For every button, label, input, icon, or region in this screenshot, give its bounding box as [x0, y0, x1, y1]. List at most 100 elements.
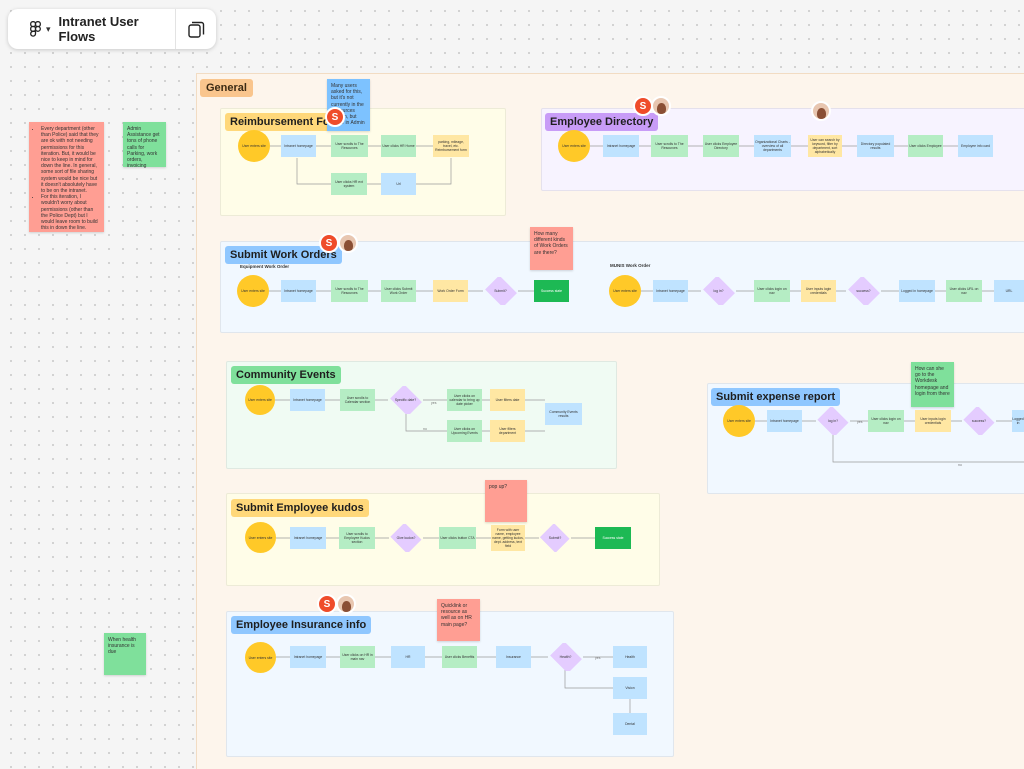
- title-expense-report[interactable]: Submit expense report: [711, 388, 841, 406]
- flow-node[interactable]: User scrolls to The Resources: [331, 135, 368, 157]
- flow-node[interactable]: User scrolls to Employee Kudos section: [339, 527, 375, 549]
- flow-node[interactable]: User scrolls to The Resources: [331, 280, 368, 302]
- flow-node[interactable]: User filters department: [490, 420, 525, 442]
- flow-node[interactable]: User clicks Submit Work Order: [381, 280, 416, 302]
- decision-label: Submit?: [548, 536, 562, 540]
- decision-label: Give kudos?: [396, 536, 416, 540]
- flow-node[interactable]: User clicks HR ext system: [331, 173, 367, 195]
- flow-node[interactable]: User clicks Employee Directory: [703, 135, 739, 157]
- collaborator-avatar[interactable]: S: [633, 96, 653, 116]
- chevron-down-icon[interactable]: ▾: [46, 24, 51, 35]
- decision-node[interactable]: log in?: [701, 277, 736, 305]
- flow-node[interactable]: Intranet homepage: [290, 646, 326, 668]
- pages-icon[interactable]: [176, 9, 216, 49]
- title-community-events[interactable]: Community Events: [231, 366, 341, 384]
- flow-node[interactable]: Logged in homepage: [899, 280, 935, 302]
- sticky-note-health[interactable]: When health insurance is due: [104, 633, 146, 675]
- decision-node[interactable]: Submit?: [539, 524, 571, 552]
- flow-node[interactable]: Vision: [613, 677, 647, 699]
- decision-node[interactable]: success?: [962, 407, 996, 435]
- flow-node[interactable]: User clicks button CTA: [439, 527, 476, 549]
- flow-node[interactable]: User clicks on calendar to bring up date…: [447, 389, 482, 411]
- collaborator-avatar[interactable]: S: [317, 594, 337, 614]
- flow-node-start[interactable]: User enters site: [558, 130, 590, 162]
- decision-label: success?: [971, 419, 987, 423]
- flow-node-end[interactable]: Success state: [595, 527, 631, 549]
- flow-node[interactable]: Intranet homepage: [767, 410, 802, 432]
- collaborator-avatar[interactable]: S: [325, 107, 345, 127]
- flow-node[interactable]: User inputs login credentials: [915, 410, 951, 432]
- flow-node[interactable]: User clicks login on nav: [868, 410, 904, 432]
- sticky-note-quicklink[interactable]: Quicklink or resource as well as on HR m…: [437, 599, 480, 641]
- decision-node[interactable]: log in?: [816, 407, 850, 435]
- flow-node[interactable]: Intranet homepage: [281, 135, 316, 157]
- title-employee-kudos[interactable]: Submit Employee kudos: [231, 499, 369, 517]
- sticky-note-popup[interactable]: pop up?: [485, 480, 527, 522]
- flow-node[interactable]: User clicks Employee: [908, 135, 943, 157]
- flow-node[interactable]: Health: [613, 646, 647, 668]
- file-title[interactable]: Intranet User Flows: [59, 14, 175, 44]
- sticky-bullet: For this iteration, I wouldn't worry abo…: [41, 194, 100, 231]
- file-toolbar: ▾ Intranet User Flows: [8, 9, 216, 49]
- decision-label: log in?: [828, 419, 838, 423]
- decision-node[interactable]: Give kudos?: [389, 524, 423, 552]
- flow-node[interactable]: Intranet homepage: [653, 280, 688, 302]
- flow-node[interactable]: Url: [381, 173, 416, 195]
- flow-node-start[interactable]: User enters site: [245, 642, 276, 673]
- flow-node[interactable]: Logged in: [1012, 410, 1024, 432]
- title-insurance-info[interactable]: Employee Insurance info: [231, 616, 372, 634]
- flow-node-end[interactable]: Success state: [534, 280, 569, 302]
- section-label[interactable]: General: [200, 79, 253, 97]
- flow-node[interactable]: Intranet homepage: [281, 280, 316, 302]
- flow-node[interactable]: Insurance: [496, 646, 531, 668]
- flow-node-start[interactable]: User enters site: [238, 130, 270, 162]
- flow-node[interactable]: User clicks URL on nav: [946, 280, 982, 302]
- flow-node[interactable]: User scrolls to The Resources: [651, 135, 688, 157]
- sticky-bullet: Every department (other than Police) sai…: [41, 126, 100, 194]
- flow-node[interactable]: Community Events results: [545, 403, 582, 425]
- sticky-note-permissions[interactable]: Every department (other than Police) sai…: [29, 122, 104, 232]
- flow-node[interactable]: URL: [994, 280, 1024, 302]
- flow-node[interactable]: Form with user name, employee name, gett…: [491, 525, 525, 551]
- collaborator-avatar[interactable]: [336, 594, 356, 614]
- flow-node[interactable]: Directory populated results: [857, 135, 894, 157]
- flow-node[interactable]: Organizational Charts - overview of all …: [754, 135, 791, 157]
- collaborator-avatar[interactable]: [651, 96, 671, 116]
- decision-label: Health?: [559, 655, 572, 659]
- flow-node[interactable]: parking, mileage, travel, etc. Reimburse…: [433, 135, 469, 157]
- flow-node[interactable]: Dental: [613, 713, 647, 735]
- flow-node[interactable]: User filters date: [490, 389, 525, 411]
- flow-node[interactable]: User clicks on Upcoming Events: [447, 420, 482, 442]
- munis-work-order-label: MUNIS Work Order: [610, 263, 651, 268]
- flow-node[interactable]: User clicks on HR in main nav: [340, 646, 375, 668]
- flow-node[interactable]: User scrolls to Calendar section: [340, 389, 375, 411]
- decision-node[interactable]: Specific date?: [388, 386, 423, 414]
- decision-node[interactable]: success?: [846, 277, 881, 305]
- sticky-note-admin[interactable]: Admin Assistance get tons of phone calls…: [123, 122, 166, 169]
- flow-node-start[interactable]: User enters site: [245, 522, 276, 553]
- flow-node[interactable]: User clicks HR Home: [381, 135, 416, 157]
- flow-node[interactable]: User clicks login on nav: [754, 280, 790, 302]
- flow-node[interactable]: Intranet homepage: [290, 527, 326, 549]
- flow-node-start[interactable]: User enters site: [245, 385, 275, 415]
- flow-node[interactable]: HR: [391, 646, 425, 668]
- flow-node[interactable]: User can search by keyword, filter by de…: [808, 135, 842, 157]
- flow-node[interactable]: Intranet homepage: [603, 135, 639, 157]
- flow-node[interactable]: User inputs login credentials: [801, 280, 836, 302]
- collaborator-avatar[interactable]: [811, 101, 831, 121]
- flow-node-start[interactable]: User enters site: [237, 275, 269, 307]
- collaborator-avatar[interactable]: [338, 233, 358, 253]
- flow-node-start[interactable]: User enters site: [609, 275, 641, 307]
- decision-label: Submit?: [494, 289, 507, 293]
- decision-node[interactable]: Health?: [548, 643, 583, 671]
- flow-node[interactable]: Employee info card: [958, 135, 993, 157]
- flow-node[interactable]: Work Order Form: [433, 280, 468, 302]
- collaborator-avatar[interactable]: S: [319, 233, 339, 253]
- flow-node-start[interactable]: User enters site: [723, 405, 755, 437]
- decision-node[interactable]: Submit?: [483, 277, 518, 305]
- flow-node[interactable]: Intranet homepage: [290, 389, 325, 411]
- flow-node[interactable]: User clicks Benefits: [442, 646, 477, 668]
- sticky-note-work-orders[interactable]: How many different kinds of Work Orders …: [530, 227, 573, 270]
- sticky-note-expense[interactable]: How can she go to the Workdesk homepage …: [911, 362, 954, 407]
- decision-label: log in?: [713, 289, 724, 293]
